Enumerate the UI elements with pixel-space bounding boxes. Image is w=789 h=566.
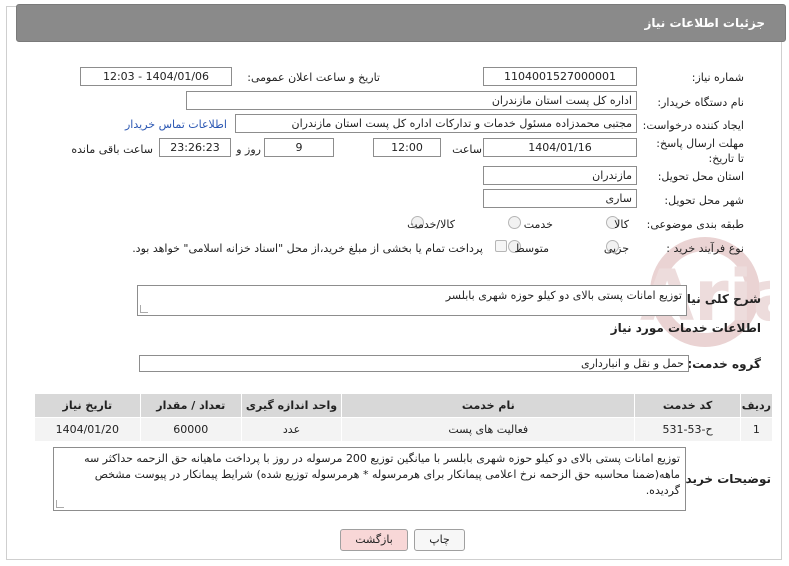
page-title: جزئیات اطلاعات نیاز [644, 16, 765, 30]
radio-minor-label: جزیی [603, 242, 629, 255]
cell-quantity: 60000 [139, 417, 242, 442]
payment-note: پرداخت تمام یا بخشی از مبلغ خرید،از محل … [132, 242, 483, 255]
deadline-label: مهلت ارسال پاسخ: تا تاریخ: [656, 137, 744, 165]
remaining-days-field[interactable]: 9 [264, 138, 334, 157]
services-table: ردیف کد خدمت نام خدمت واحد اندازه گیری ت… [34, 393, 774, 442]
deadline-date-field[interactable]: 1404/01/16 [483, 138, 637, 157]
category-label: طبقه بندی موضوعی: [646, 218, 744, 231]
radio-goods-service-label: کالا/خدمت [407, 218, 455, 231]
radio-medium-label: متوسط [514, 242, 549, 255]
cell-service-code: ح-53-531 [634, 417, 741, 442]
col-quantity: تعداد / مقدار [139, 393, 242, 418]
need-number-label: شماره نیاز: [691, 71, 744, 84]
description-label: شرح کلی نیاز: [675, 292, 761, 306]
buyer-notes-field[interactable]: توزیع امانات پستی بالای دو کیلو حوزه شهر… [53, 447, 686, 511]
col-row-number: ردیف [739, 393, 774, 418]
creator-label: ایجاد کننده درخواست: [642, 119, 744, 132]
back-button[interactable]: بازگشت [340, 529, 408, 551]
deadline-time-field[interactable]: 12:00 [373, 138, 441, 157]
province-field[interactable]: مازندران [483, 166, 637, 185]
description-field[interactable]: توزیع امانات پستی بالای دو کیلو حوزه شهر… [137, 285, 687, 316]
radio-service-label: خدمت [523, 218, 553, 231]
announce-date-field[interactable]: 1404/01/06 - 12:03 [80, 67, 232, 86]
col-service-name: نام خدمت [341, 393, 636, 418]
page-header: جزئیات اطلاعات نیاز [16, 4, 786, 42]
print-button[interactable]: چاپ [414, 529, 465, 551]
remaining-time-field[interactable]: 23:26:23 [159, 138, 231, 157]
city-field[interactable]: ساری [483, 189, 637, 208]
need-number-field[interactable]: 1104001527000001 [483, 67, 637, 86]
col-service-code: کد خدمت [634, 393, 741, 418]
process-label: نوع فرآیند خرید : [666, 242, 744, 255]
buyer-notes-resize-grip[interactable] [56, 500, 64, 508]
buyer-org-label: نام دستگاه خریدار: [657, 96, 744, 109]
province-label: استان محل تحویل: [657, 170, 744, 183]
radio-goods-label: کالا [614, 218, 629, 231]
service-group-label: گروه خدمت: [687, 357, 761, 371]
announce-label: تاریخ و ساعت اعلان عمومی: [247, 71, 380, 84]
description-resize-grip[interactable] [140, 305, 148, 313]
deadline-time-label: ساعت [452, 143, 482, 156]
treasury-checkbox[interactable] [495, 240, 507, 252]
buyer-contact-link[interactable]: اطلاعات تماس خریدار [125, 118, 227, 131]
creator-field[interactable]: مجتبی محمدزاده مسئول خدمات و تدارکات ادا… [235, 114, 637, 133]
col-need-date: تاریخ نیاز [34, 393, 141, 418]
cell-unit: عدد [240, 417, 343, 442]
cell-service-name: فعالیت های پست [341, 417, 636, 442]
remaining-label: ساعت باقی مانده [71, 143, 153, 156]
cell-need-date: 1404/01/20 [34, 417, 141, 442]
buyer-org-field[interactable]: اداره کل پست استان مازندران [186, 91, 637, 110]
col-unit: واحد اندازه گیری [240, 393, 343, 418]
city-label: شهر محل تحویل: [664, 194, 744, 207]
service-group-field[interactable]: حمل و نقل و انبارداری [139, 355, 689, 372]
cell-row-number: 1 [739, 417, 774, 442]
table-header-row: ردیف کد خدمت نام خدمت واحد اندازه گیری ت… [34, 393, 774, 418]
radio-service[interactable] [508, 216, 521, 229]
services-section-title: اطلاعات خدمات مورد نیاز [610, 321, 761, 335]
table-row[interactable]: 1 ح-53-531 فعالیت های پست عدد 60000 1404… [34, 417, 774, 442]
days-label: روز و [236, 143, 261, 156]
